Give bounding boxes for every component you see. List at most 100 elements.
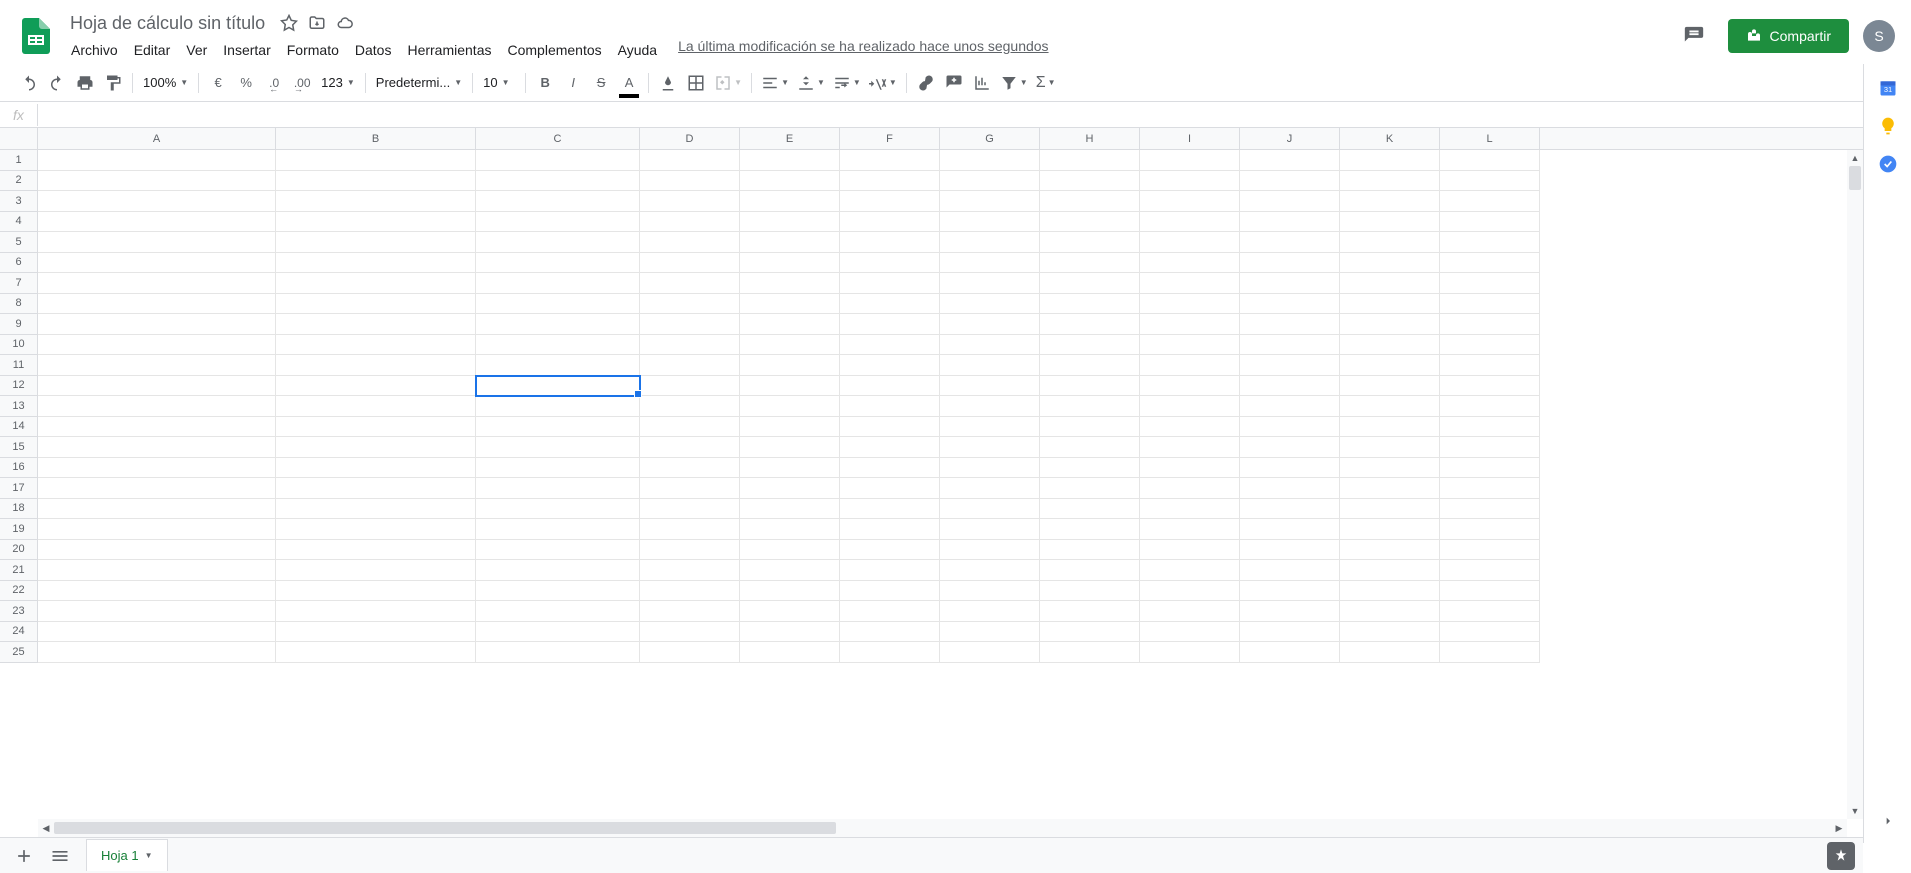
cell[interactable]	[1040, 519, 1140, 540]
cell[interactable]	[940, 622, 1040, 643]
cell[interactable]	[276, 499, 476, 520]
cell[interactable]	[940, 294, 1040, 315]
cell[interactable]	[1440, 499, 1540, 520]
decrease-decimal-button[interactable]: .0←	[261, 70, 287, 96]
cell[interactable]	[840, 171, 940, 192]
cell[interactable]	[38, 294, 276, 315]
cell[interactable]	[740, 273, 840, 294]
cell[interactable]	[940, 437, 1040, 458]
cell[interactable]	[1340, 437, 1440, 458]
row-header[interactable]: 11	[0, 355, 38, 376]
font-family-dropdown[interactable]: Predetermi...▼	[372, 73, 466, 92]
cell[interactable]	[740, 396, 840, 417]
cell[interactable]	[1040, 376, 1140, 397]
row-header[interactable]: 5	[0, 232, 38, 253]
cell[interactable]	[640, 540, 740, 561]
cell[interactable]	[1140, 355, 1240, 376]
sheet-tab-active[interactable]: Hoja 1 ▼	[86, 839, 168, 871]
vertical-align-button[interactable]: ▼	[794, 70, 828, 96]
cell[interactable]	[1240, 437, 1340, 458]
cell[interactable]	[1240, 273, 1340, 294]
cell[interactable]	[1240, 376, 1340, 397]
increase-decimal-button[interactable]: .00→	[289, 70, 315, 96]
cell[interactable]	[276, 191, 476, 212]
cell[interactable]	[840, 519, 940, 540]
cell[interactable]	[1040, 253, 1140, 274]
fill-color-button[interactable]	[655, 70, 681, 96]
cell[interactable]	[640, 581, 740, 602]
cell[interactable]	[1440, 376, 1540, 397]
insert-link-button[interactable]	[913, 70, 939, 96]
cell[interactable]	[840, 622, 940, 643]
cell[interactable]	[840, 437, 940, 458]
cell[interactable]	[476, 601, 640, 622]
cell[interactable]	[1240, 191, 1340, 212]
scroll-down-button[interactable]: ▼	[1847, 803, 1863, 819]
column-header[interactable]: A	[38, 128, 276, 149]
cell[interactable]	[276, 212, 476, 233]
cell[interactable]	[476, 273, 640, 294]
cell[interactable]	[276, 314, 476, 335]
scroll-left-button[interactable]: ◀	[38, 823, 54, 834]
row-header[interactable]: 10	[0, 335, 38, 356]
cell[interactable]	[940, 232, 1040, 253]
tasks-icon[interactable]	[1878, 154, 1898, 174]
cell[interactable]	[1040, 294, 1140, 315]
vertical-scroll-thumb[interactable]	[1849, 166, 1861, 190]
cell[interactable]	[1040, 171, 1140, 192]
cell[interactable]	[1340, 253, 1440, 274]
cell[interactable]	[1040, 232, 1140, 253]
cell[interactable]	[1140, 294, 1240, 315]
cell[interactable]	[38, 417, 276, 438]
cell[interactable]	[840, 458, 940, 479]
cell[interactable]	[1340, 642, 1440, 663]
menu-datos[interactable]: Datos	[348, 38, 399, 62]
cell[interactable]	[740, 601, 840, 622]
menu-insertar[interactable]: Insertar	[216, 38, 277, 62]
cell[interactable]	[476, 499, 640, 520]
cell[interactable]	[840, 581, 940, 602]
column-header[interactable]: F	[840, 128, 940, 149]
cell[interactable]	[740, 191, 840, 212]
cell[interactable]	[1240, 171, 1340, 192]
cell[interactable]	[840, 273, 940, 294]
cell[interactable]	[740, 519, 840, 540]
select-all-corner[interactable]	[0, 128, 38, 149]
cell[interactable]	[740, 417, 840, 438]
cell[interactable]	[38, 581, 276, 602]
cell[interactable]	[1340, 355, 1440, 376]
cell[interactable]	[476, 417, 640, 438]
cell[interactable]	[1440, 560, 1540, 581]
cell[interactable]	[276, 150, 476, 171]
insert-comment-button[interactable]	[941, 70, 967, 96]
cell[interactable]	[38, 560, 276, 581]
cell[interactable]	[740, 581, 840, 602]
cell[interactable]	[740, 560, 840, 581]
cell[interactable]	[1040, 458, 1140, 479]
cell[interactable]	[1040, 437, 1140, 458]
row-header[interactable]: 22	[0, 581, 38, 602]
cell[interactable]	[940, 335, 1040, 356]
cell[interactable]	[1340, 335, 1440, 356]
comments-button[interactable]	[1674, 16, 1714, 56]
explore-button[interactable]	[1827, 842, 1855, 870]
cell[interactable]	[1240, 581, 1340, 602]
cell[interactable]	[1240, 622, 1340, 643]
cell[interactable]	[1340, 171, 1440, 192]
cell[interactable]	[1140, 499, 1240, 520]
column-header[interactable]: J	[1240, 128, 1340, 149]
row-header[interactable]: 12	[0, 376, 38, 397]
cell[interactable]	[640, 622, 740, 643]
cell[interactable]	[1040, 560, 1140, 581]
cell[interactable]	[276, 560, 476, 581]
cell[interactable]	[476, 540, 640, 561]
row-header[interactable]: 2	[0, 171, 38, 192]
cell[interactable]	[640, 212, 740, 233]
cell[interactable]	[1040, 622, 1140, 643]
cell[interactable]	[276, 232, 476, 253]
row-header[interactable]: 6	[0, 253, 38, 274]
menu-editar[interactable]: Editar	[127, 38, 178, 62]
cell[interactable]	[1240, 642, 1340, 663]
cell[interactable]	[476, 458, 640, 479]
cell[interactable]	[640, 253, 740, 274]
